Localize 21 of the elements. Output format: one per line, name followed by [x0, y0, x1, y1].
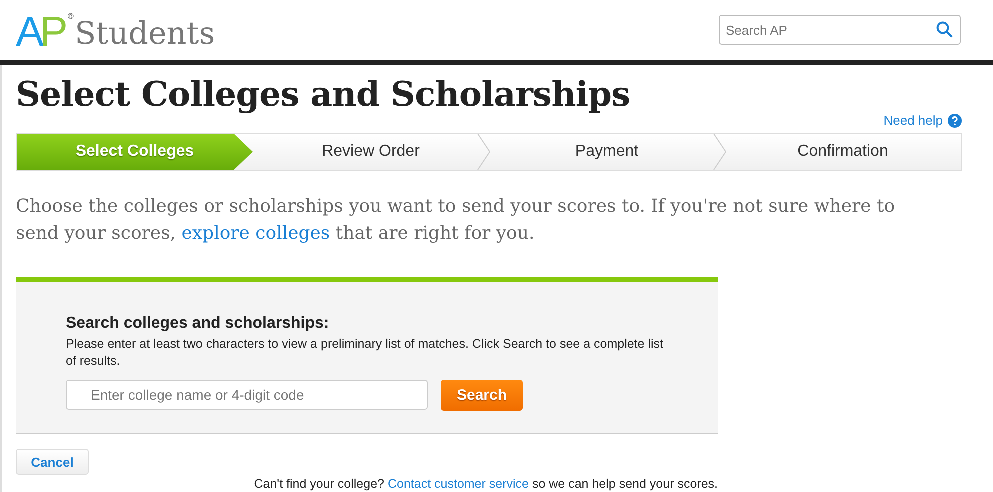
step-tab[interactable]: Review Order [253, 134, 489, 170]
search-button[interactable]: Search [441, 380, 523, 411]
cancel-button[interactable]: Cancel [16, 449, 89, 475]
intro-text: Choose the colleges or scholarships you want to send your scores to. If you're not sure where to send your scores, explore colleges that are right for you. [16, 195, 896, 246]
contact-link[interactable]: Contact customer service [388, 477, 529, 491]
help-icon [948, 114, 962, 128]
footer-text: Can't find your college? Contact customer service so we can help send your scores. [253, 477, 718, 491]
step-tab[interactable]: Select Colleges [17, 134, 253, 170]
college-search-field[interactable]: Enter college name or 4-digit code [66, 380, 428, 410]
step-tab[interactable]: Confirmation [725, 134, 961, 170]
search-icon[interactable] [936, 21, 953, 38]
chevron-icon [477, 134, 491, 170]
chevron-icon [713, 134, 727, 170]
page-title: Select Colleges and Scholarships [16, 75, 630, 115]
panel-heading: Search colleges and scholarships: [66, 315, 330, 333]
search-field[interactable]: Search AP [719, 15, 961, 45]
help-link[interactable]: Need help [884, 113, 962, 128]
explore-link[interactable]: explore colleges [182, 223, 330, 244]
panel-description: Please enter at least two characters to view a preliminary list of matches. Click Search to see a complete list of results. [66, 336, 664, 370]
step-tab[interactable]: Payment [489, 134, 725, 170]
logo[interactable]: AP®Students [16, 11, 216, 53]
